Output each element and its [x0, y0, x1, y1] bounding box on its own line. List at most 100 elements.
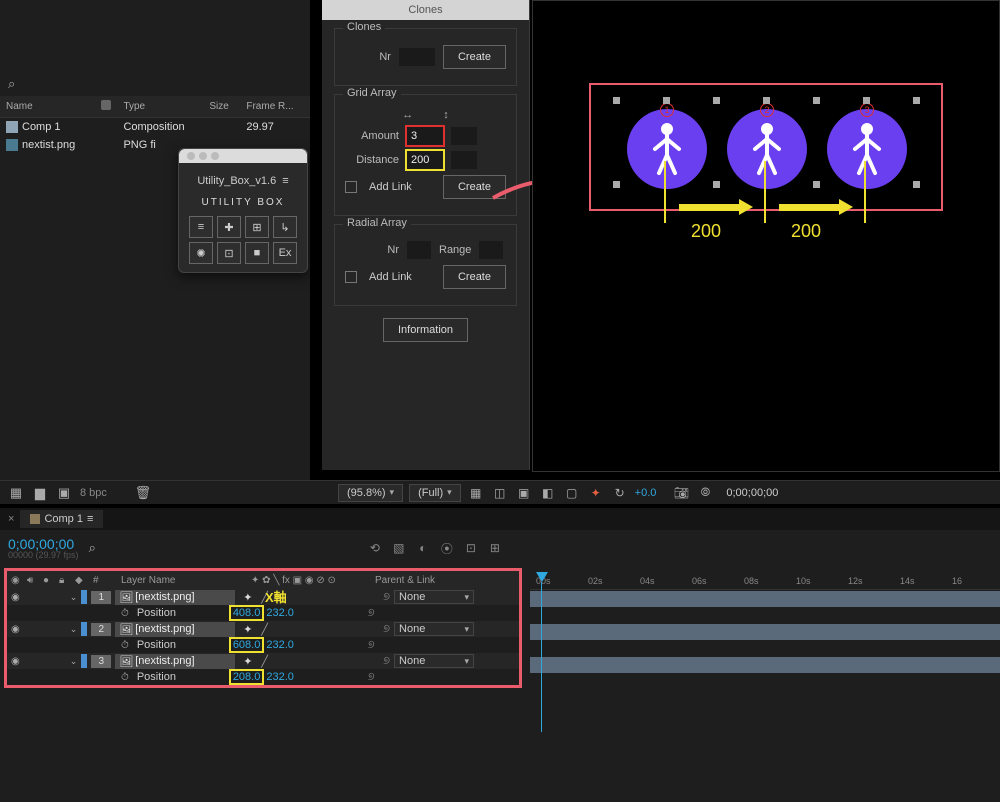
position-y[interactable]: 232.0	[266, 639, 294, 651]
shy-icon[interactable]: ⟲	[366, 539, 384, 557]
clones-nr-input[interactable]	[399, 48, 435, 66]
selection-handle[interactable]	[663, 97, 670, 104]
playhead-icon[interactable]	[536, 572, 548, 582]
util-btn-2[interactable]: ✚	[217, 216, 241, 238]
grid-distance-input[interactable]	[407, 151, 443, 169]
property-row[interactable]: ⏱︎ Position 208.0232.0 ୭	[7, 669, 519, 685]
timeline-tab[interactable]: Comp 1 ≡	[20, 510, 103, 528]
zoom-dropdown[interactable]: (95.8%)▾	[338, 484, 403, 502]
property-row[interactable]: ⏱︎ Position 408.0232.0 ୭	[7, 605, 519, 621]
twirl-icon[interactable]: ⌄	[70, 624, 78, 635]
exposure-value[interactable]: +0.0	[635, 487, 657, 499]
search-icon[interactable]: ⌕	[8, 76, 15, 92]
property-row[interactable]: ⏱︎ Position 608.0232.0 ୭	[7, 637, 519, 653]
project-row[interactable]: Comp 1 Composition 29.97	[0, 118, 310, 137]
switch-icon[interactable]: ╱	[261, 655, 275, 668]
new-comp-icon[interactable]: ▣	[56, 485, 72, 501]
layer-name[interactable]: 🖼︎[nextist.png]	[115, 654, 235, 669]
pickwhip-icon[interactable]: ୭	[368, 607, 375, 620]
horiz-arrow-icon[interactable]: ↔	[402, 109, 413, 121]
bpc-label[interactable]: 8 bpc	[80, 487, 107, 499]
addlink-checkbox[interactable]	[345, 181, 357, 193]
amount-alt-input[interactable]	[451, 127, 477, 145]
col-type[interactable]: Type	[117, 96, 203, 118]
reset-exposure-icon[interactable]: ↻	[611, 484, 629, 502]
selection-handle[interactable]	[763, 97, 770, 104]
switch-icon[interactable]: ✦	[243, 623, 257, 636]
clone-circle[interactable]	[727, 109, 807, 189]
distance-alt-input[interactable]	[451, 151, 477, 169]
radial-range-input[interactable]	[479, 241, 503, 259]
close-tab-icon[interactable]: ×	[8, 513, 14, 525]
snapshot-icon[interactable]: 📷︎	[672, 484, 690, 502]
trash-icon[interactable]: 🗑︎	[135, 485, 151, 501]
util-btn-5[interactable]: ✺	[189, 242, 213, 264]
solo-icon[interactable]: ●	[43, 575, 55, 586]
selection-handle[interactable]	[913, 97, 920, 104]
label-swatch[interactable]	[81, 590, 87, 604]
addlink-checkbox[interactable]	[345, 271, 357, 283]
expand-icon[interactable]: ⊞	[486, 539, 504, 557]
col-size[interactable]: Size	[203, 96, 240, 118]
label-swatch[interactable]	[81, 654, 87, 668]
util-btn-7[interactable]: ■	[245, 242, 269, 264]
transparency-grid-icon[interactable]: ▦	[467, 484, 485, 502]
radial-create-button[interactable]: Create	[443, 265, 506, 289]
time-ruler[interactable]: 00s 02s 04s 06s 08s 10s 12s 14s 16	[530, 572, 1000, 590]
layer-track[interactable]	[530, 657, 1000, 673]
layer-row[interactable]: ◉ ⌄ 2 🖼︎[nextist.png] ✦ ╱ ୭ None▾	[7, 621, 519, 637]
clone-circle[interactable]	[827, 109, 907, 189]
util-btn-8[interactable]: Ex	[273, 242, 297, 264]
safe-zones-icon[interactable]: ▣	[515, 484, 533, 502]
layer-name[interactable]: 🖼︎[nextist.png]	[115, 622, 235, 637]
stopwatch-icon[interactable]: ⏱︎	[121, 672, 129, 683]
util-btn-3[interactable]: ⊞	[245, 216, 269, 238]
layer-track[interactable]	[530, 624, 1000, 640]
pickwhip-icon[interactable]: ୭	[383, 655, 390, 668]
switch-icon[interactable]: ✦	[243, 655, 257, 668]
visibility-icon[interactable]: ◉	[11, 592, 20, 603]
clones-create-button[interactable]: Create	[443, 45, 506, 69]
layer-name[interactable]: 🖼︎[nextist.png]	[115, 590, 235, 605]
frame-blend-icon[interactable]: ▧	[390, 539, 408, 557]
timeline-tracks[interactable]: 00s 02s 04s 06s 08s 10s 12s 14s 16	[530, 572, 1000, 732]
selection-handle[interactable]	[713, 181, 720, 188]
graph-editor-icon[interactable]: ⦿	[438, 539, 456, 557]
layer-row[interactable]: ◉ ⌄ 1 🖼︎[nextist.png] ✦ ╱ ୭ None▾	[7, 589, 519, 605]
util-btn-6[interactable]: ⊡	[217, 242, 241, 264]
search-icon[interactable]: ⌕	[89, 540, 96, 556]
position-y[interactable]: 232.0	[266, 671, 294, 683]
twirl-icon[interactable]: ⌄	[70, 656, 78, 667]
visibility-icon[interactable]: ◉	[11, 624, 20, 635]
color-mgmt-icon[interactable]: ✦	[587, 484, 605, 502]
selection-handle[interactable]	[613, 181, 620, 188]
preview-timecode[interactable]: 0;00;00;00	[726, 487, 778, 499]
show-snapshot-icon[interactable]: ⦾	[696, 484, 714, 502]
selection-handle[interactable]	[813, 97, 820, 104]
roi-icon[interactable]: ◫	[491, 484, 509, 502]
clone-circle[interactable]	[627, 109, 707, 189]
menu-icon[interactable]: ≡	[87, 513, 93, 525]
motion-blur-icon[interactable]: ◐	[414, 539, 432, 557]
menu-icon[interactable]: ≡	[282, 175, 288, 187]
stopwatch-icon[interactable]: ⏱︎	[121, 608, 129, 619]
position-x[interactable]: 208.0	[233, 671, 261, 683]
pickwhip-icon[interactable]: ୭	[383, 591, 390, 604]
label-icon[interactable]: ◆	[75, 575, 89, 586]
col-layer-name[interactable]: Layer Name	[121, 575, 241, 586]
pickwhip-icon[interactable]: ୭	[383, 623, 390, 636]
switch-icon[interactable]: ⊡	[462, 539, 480, 557]
radial-nr-input[interactable]	[407, 241, 431, 259]
selection-handle[interactable]	[913, 181, 920, 188]
mask-icon[interactable]: ▢	[563, 484, 581, 502]
pickwhip-icon[interactable]: ୭	[368, 639, 375, 652]
selection-handle[interactable]	[713, 97, 720, 104]
parent-dropdown[interactable]: None▾	[394, 622, 474, 636]
col-name[interactable]: Name	[0, 96, 95, 118]
switch-icon[interactable]: ✦	[243, 591, 257, 604]
resolution-dropdown[interactable]: (Full)▾	[409, 484, 461, 502]
layer-track[interactable]	[530, 591, 1000, 607]
switch-icon[interactable]: ╱	[261, 623, 275, 636]
selection-handle[interactable]	[863, 97, 870, 104]
position-x[interactable]: 408.0	[233, 607, 261, 619]
